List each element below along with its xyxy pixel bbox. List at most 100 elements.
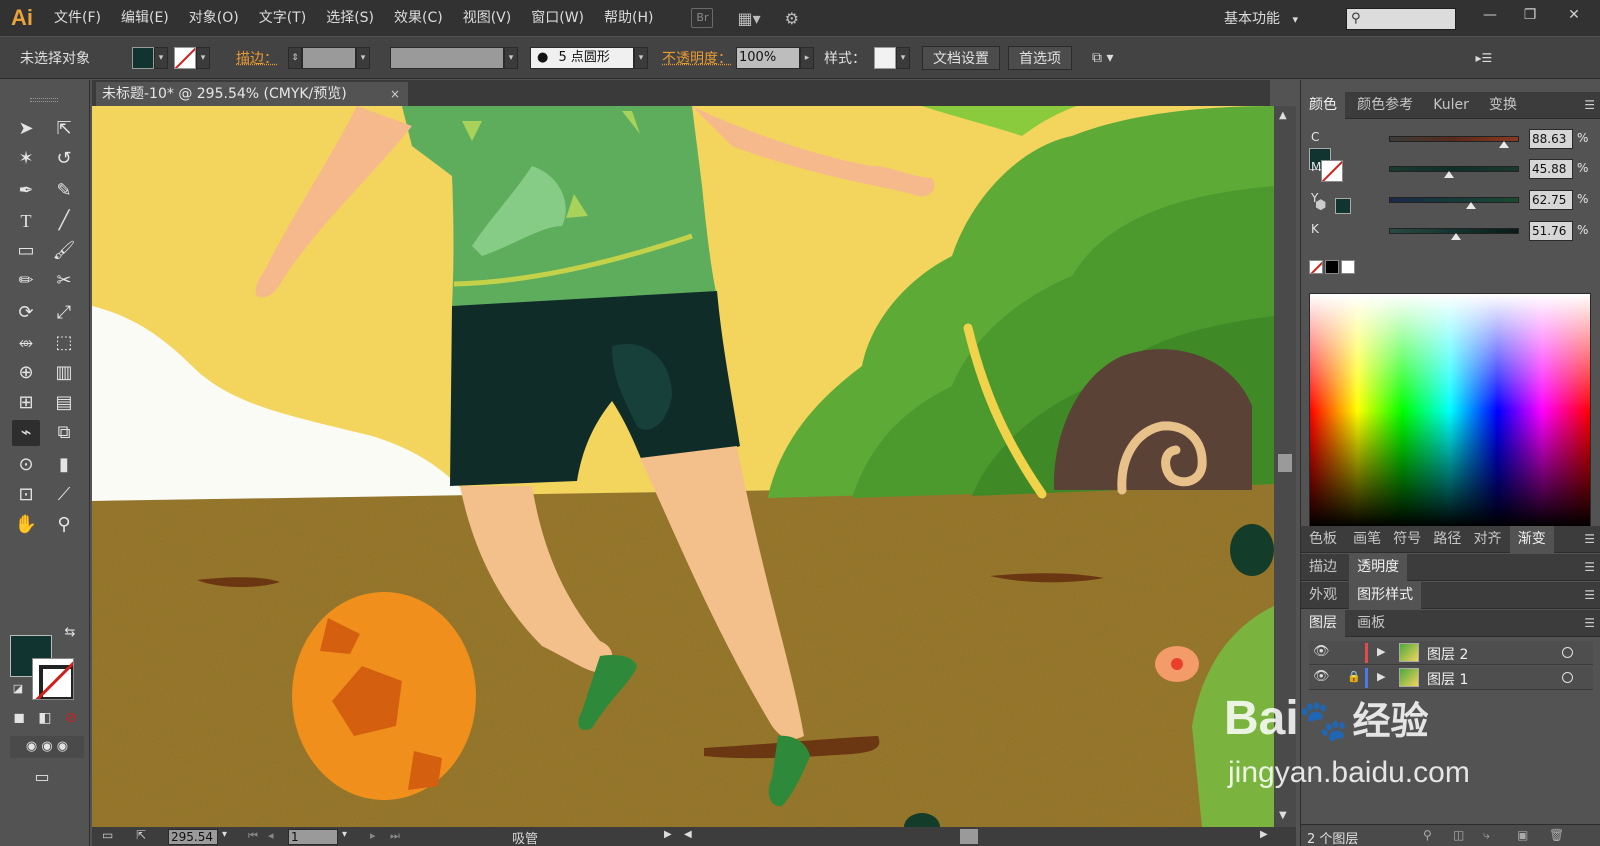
channel-slider-track[interactable] — [1389, 197, 1519, 203]
profile-dropdown[interactable]: ▾ — [504, 46, 518, 69]
stroke-color-box[interactable] — [32, 658, 74, 700]
artboard-dropdown-icon[interactable]: ▾ — [342, 829, 347, 840]
curvature-tool-icon[interactable]: ✎ — [50, 178, 78, 204]
workspace-switcher[interactable]: 基本功能 ▾ — [1224, 8, 1298, 28]
pencil-tool-icon[interactable]: ✏ — [12, 268, 40, 294]
tab-artboards[interactable]: 画板 — [1349, 610, 1393, 637]
channel-slider-thumb[interactable] — [1451, 233, 1462, 240]
appearance-panel-menu-icon[interactable]: ☰ — [1584, 582, 1595, 609]
drawing-modes-icon[interactable]: ◉ ◉ ◉ — [10, 736, 84, 758]
document-tab[interactable]: 未标题-10* @ 295.54% (CMYK/预览) × — [96, 82, 408, 106]
hscroll-right-icon[interactable]: ▶ — [1260, 829, 1268, 840]
tab-gradient[interactable]: 渐变 — [1509, 526, 1554, 553]
expand-arrow-icon[interactable]: ▶ — [1377, 645, 1385, 658]
layer-row[interactable]: 👁 🔒 ▶ 图层 1 — [1309, 666, 1593, 690]
export-icon[interactable]: ⇱ — [136, 828, 146, 842]
stroke-weight-stepper[interactable]: ⇕ — [288, 46, 302, 69]
black-swatch[interactable] — [1325, 260, 1339, 274]
preferences-button[interactable]: 首选项 — [1008, 45, 1072, 70]
document-setup-button[interactable]: 文档设置 — [922, 45, 1000, 70]
search-input[interactable]: ⚲ — [1346, 8, 1456, 30]
menu-select[interactable]: 选择(S) — [316, 0, 384, 36]
layer-row[interactable]: 👁 ▶ 图层 2 — [1309, 641, 1593, 665]
locate-object-icon[interactable]: ⚲ — [1423, 828, 1432, 842]
minimize-button[interactable]: — — [1472, 4, 1508, 26]
tab-appearance[interactable]: 外观 — [1301, 582, 1345, 609]
menu-view[interactable]: 视图(V) — [453, 0, 522, 36]
last-artboard-icon[interactable]: ⏭ — [390, 829, 400, 843]
zoom-field[interactable]: 295.54 — [168, 829, 218, 845]
color-panel-menu-icon[interactable]: ☰ — [1584, 92, 1595, 119]
visibility-eye-icon[interactable]: 👁 — [1313, 644, 1330, 659]
arrange-documents-icon[interactable]: ▦▾ — [737, 9, 760, 28]
graphic-style-dropdown[interactable]: ▾ — [896, 46, 910, 69]
tab-brushes[interactable]: 画笔 — [1349, 526, 1385, 553]
menu-effect[interactable]: 效果(C) — [384, 0, 453, 36]
swatches-panel-menu-icon[interactable]: ☰ — [1584, 526, 1595, 553]
color-mode-icon[interactable]: ◼ — [8, 708, 30, 728]
channel-slider-track[interactable] — [1389, 166, 1519, 172]
menu-file[interactable]: 文件(F) — [44, 0, 111, 36]
scissors-tool-icon[interactable]: ✂ — [50, 268, 78, 294]
tab-kuler[interactable]: Kuler — [1425, 92, 1477, 119]
maximize-button[interactable]: ❐ — [1512, 4, 1548, 26]
layer-target-icon[interactable] — [1562, 647, 1573, 658]
brush-definition[interactable]: ● 5 点圆形 — [530, 46, 634, 69]
new-layer-icon[interactable]: ▣ — [1517, 828, 1528, 842]
none-swatch[interactable] — [1309, 260, 1323, 274]
layer-target-icon[interactable] — [1562, 672, 1573, 683]
delete-layer-icon[interactable]: 🗑 — [1549, 828, 1564, 842]
none-mode-icon[interactable]: ⊘ — [60, 708, 82, 728]
lasso-tool-icon[interactable]: ↺ — [50, 146, 78, 172]
channel-slider-thumb[interactable] — [1499, 141, 1510, 148]
tab-graphic-styles[interactable]: 图形样式 — [1349, 582, 1422, 609]
paintbrush-tool-icon[interactable]: 🖌 — [50, 238, 78, 264]
opacity-field[interactable]: 100% — [736, 46, 800, 69]
brush-dropdown[interactable]: ▾ — [634, 46, 648, 69]
gradient-mode-icon[interactable]: ◧ — [34, 708, 56, 728]
stroke-weight-dropdown[interactable]: ▾ — [356, 46, 370, 69]
layers-panel-menu-icon[interactable]: ☰ — [1584, 610, 1595, 637]
scroll-down-icon[interactable]: ▼ — [1279, 810, 1287, 821]
tab-transparency[interactable]: 透明度 — [1349, 554, 1408, 581]
clipping-mask-icon[interactable]: ◫ — [1453, 828, 1464, 842]
stroke-weight-field[interactable] — [302, 46, 356, 69]
color-spectrum[interactable] — [1309, 293, 1591, 528]
zoom-icon[interactable]: ▭ — [102, 828, 113, 842]
zoom-dropdown-icon[interactable]: ▾ — [222, 829, 227, 840]
magic-wand-tool-icon[interactable]: ✶ — [12, 146, 40, 172]
variable-width-profile[interactable] — [390, 46, 504, 69]
expand-arrow-icon[interactable]: ▶ — [1377, 670, 1385, 683]
tab-align[interactable]: 对齐 — [1470, 526, 1506, 553]
fill-dropdown[interactable]: ▾ — [154, 46, 168, 69]
gradient-tool-icon[interactable]: ▤ — [50, 390, 78, 416]
rotate-tool-icon[interactable]: ⟳ — [12, 300, 40, 326]
screen-mode-icon[interactable]: ▭ — [28, 764, 56, 790]
width-tool-icon[interactable]: ⥈ — [12, 330, 40, 356]
tab-stroke[interactable]: 描边 — [1301, 554, 1345, 581]
horizontal-scroll-thumb[interactable] — [960, 829, 978, 844]
hand-tool-icon[interactable]: ✋ — [12, 512, 40, 538]
visibility-eye-icon[interactable]: 👁 — [1313, 669, 1330, 684]
panel-grip[interactable] — [30, 98, 58, 102]
line-tool-icon[interactable]: ╱ — [50, 208, 78, 234]
symbol-sprayer-tool-icon[interactable]: ⊙ — [12, 452, 40, 478]
column-graph-tool-icon[interactable]: ▮ — [50, 452, 78, 478]
hscroll-left-icon[interactable]: ◀ — [684, 829, 692, 840]
selection-tool-icon[interactable]: ➤ — [12, 116, 40, 142]
artboard-tool-icon[interactable]: ⊡ — [12, 482, 40, 508]
scroll-thumb[interactable] — [1278, 454, 1292, 472]
blend-tool-icon[interactable]: ⧉ — [50, 420, 78, 446]
swap-fill-stroke-icon[interactable]: ⇆ — [56, 620, 84, 646]
zoom-tool-icon[interactable]: ⚲ — [50, 512, 78, 538]
tab-color[interactable]: 颜色 — [1301, 92, 1345, 119]
scroll-up-icon[interactable]: ▲ — [1279, 110, 1287, 121]
fill-swatch[interactable] — [132, 46, 154, 69]
channel-value-field[interactable]: 88.63 — [1529, 129, 1573, 149]
menu-window[interactable]: 窗口(W) — [521, 0, 594, 36]
menu-edit[interactable]: 编辑(E) — [111, 0, 179, 36]
sync-settings-icon[interactable]: ⚙ — [785, 9, 799, 28]
perspective-grid-tool-icon[interactable]: ▥ — [50, 360, 78, 386]
direct-selection-tool-icon[interactable]: ⇱ — [50, 116, 78, 142]
channel-slider-thumb[interactable] — [1465, 202, 1476, 209]
